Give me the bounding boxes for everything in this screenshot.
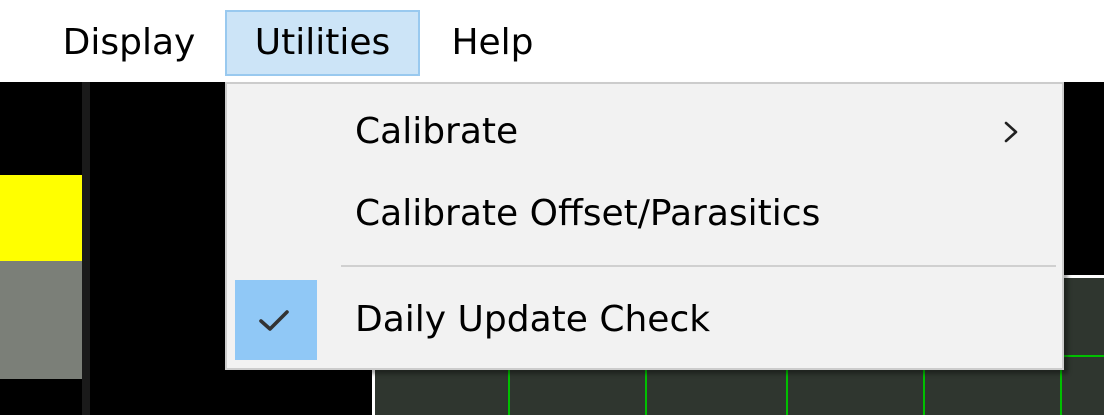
menu-item-label: Calibrate Offset/Parasitics <box>355 193 821 234</box>
plot-grid-line <box>508 370 510 415</box>
menu-item-daily-update-check[interactable]: Daily Update Check <box>227 280 1062 360</box>
menu-separator <box>341 265 1056 267</box>
menu-help[interactable]: Help <box>430 10 555 76</box>
menu-item-calibrate-offset-parasitics[interactable]: Calibrate Offset/Parasitics <box>227 174 1062 254</box>
color-swatch-yellow[interactable] <box>0 175 82 261</box>
menu-item-label: Daily Update Check <box>355 299 711 340</box>
chevron-right-icon <box>997 92 1027 172</box>
app-window: Display Utilities Help Calibrate Calibra… <box>0 0 1104 415</box>
checkmark-icon <box>235 280 317 360</box>
plot-grid-line <box>923 370 925 415</box>
menu-utilities[interactable]: Utilities <box>225 10 420 76</box>
menu-bar: Display Utilities Help <box>0 0 1104 82</box>
menu-display[interactable]: Display <box>44 10 214 76</box>
color-swatch-gray[interactable] <box>0 261 82 379</box>
utilities-dropdown: Calibrate Calibrate Offset/Parasitics Da… <box>225 82 1064 370</box>
plot-grid-line <box>786 370 788 415</box>
menu-item-label: Calibrate <box>355 111 519 152</box>
plot-grid-line <box>645 370 647 415</box>
plot-grid-line <box>1062 355 1104 357</box>
menu-item-calibrate[interactable]: Calibrate <box>227 92 1062 172</box>
panel-divider <box>82 82 90 415</box>
